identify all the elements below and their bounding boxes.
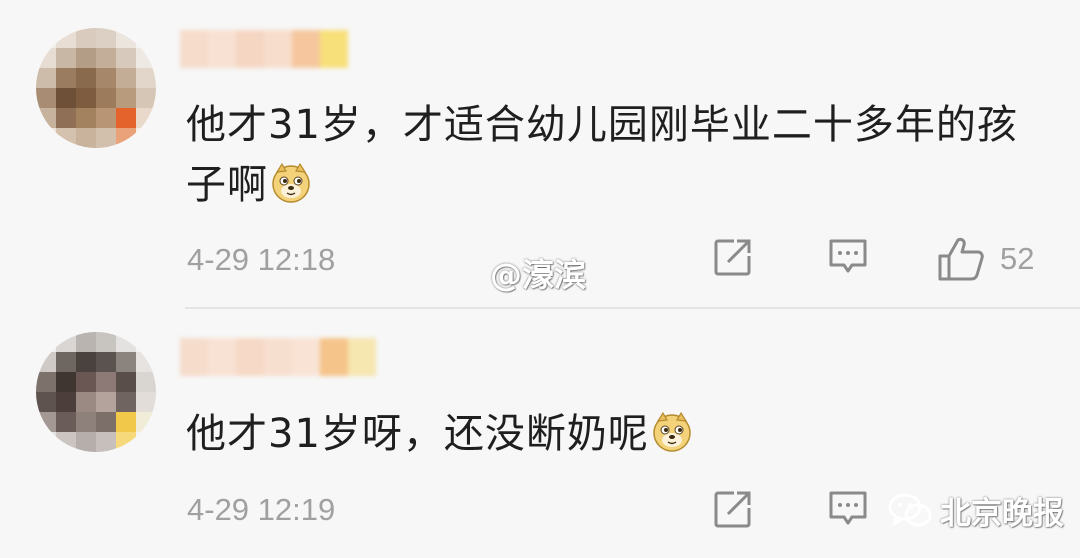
reply-button[interactable] [826, 488, 870, 530]
share-button[interactable] [712, 488, 754, 530]
avatar[interactable] [36, 28, 156, 148]
reply-button[interactable] [826, 236, 870, 278]
doge-emoji-icon [653, 411, 691, 452]
share-icon [714, 491, 751, 528]
like-count: 52 [1000, 241, 1035, 276]
newspaper-watermark: 北京晚报 [888, 488, 1064, 533]
comment-text-content: 他才31岁呀，还没断奶呢 [186, 411, 649, 457]
comment-list: 他才31岁，才适合幼儿园刚毕业二十多年的孩子啊 4-29 12:18 52 @濠… [0, 0, 1080, 558]
username-blurred[interactable] [180, 30, 348, 68]
share-button[interactable] [712, 236, 754, 278]
comment-icon [829, 239, 867, 273]
avatar[interactable] [36, 332, 156, 452]
like-button[interactable]: 52 [936, 236, 1034, 282]
comment-divider [185, 307, 1080, 309]
username-blurred[interactable] [180, 338, 376, 376]
doge-emoji-icon [272, 162, 310, 203]
comment-text: 他才31岁，才适合幼儿园刚毕业二十多年的孩子啊 [186, 95, 1020, 215]
comment-icon [829, 491, 867, 525]
share-icon [714, 239, 751, 276]
weibo-watermark: @濠滨 [490, 256, 587, 294]
comment-text: 他才31岁呀，还没断奶呢 [186, 404, 1020, 464]
watermark-text: 北京晚报 [940, 496, 1064, 532]
wechat-icon [888, 493, 932, 526]
comment-timestamp: 4-29 12:19 [187, 492, 336, 527]
comment-timestamp: 4-29 12:18 [187, 242, 336, 277]
thumbs-up-icon [938, 237, 984, 281]
